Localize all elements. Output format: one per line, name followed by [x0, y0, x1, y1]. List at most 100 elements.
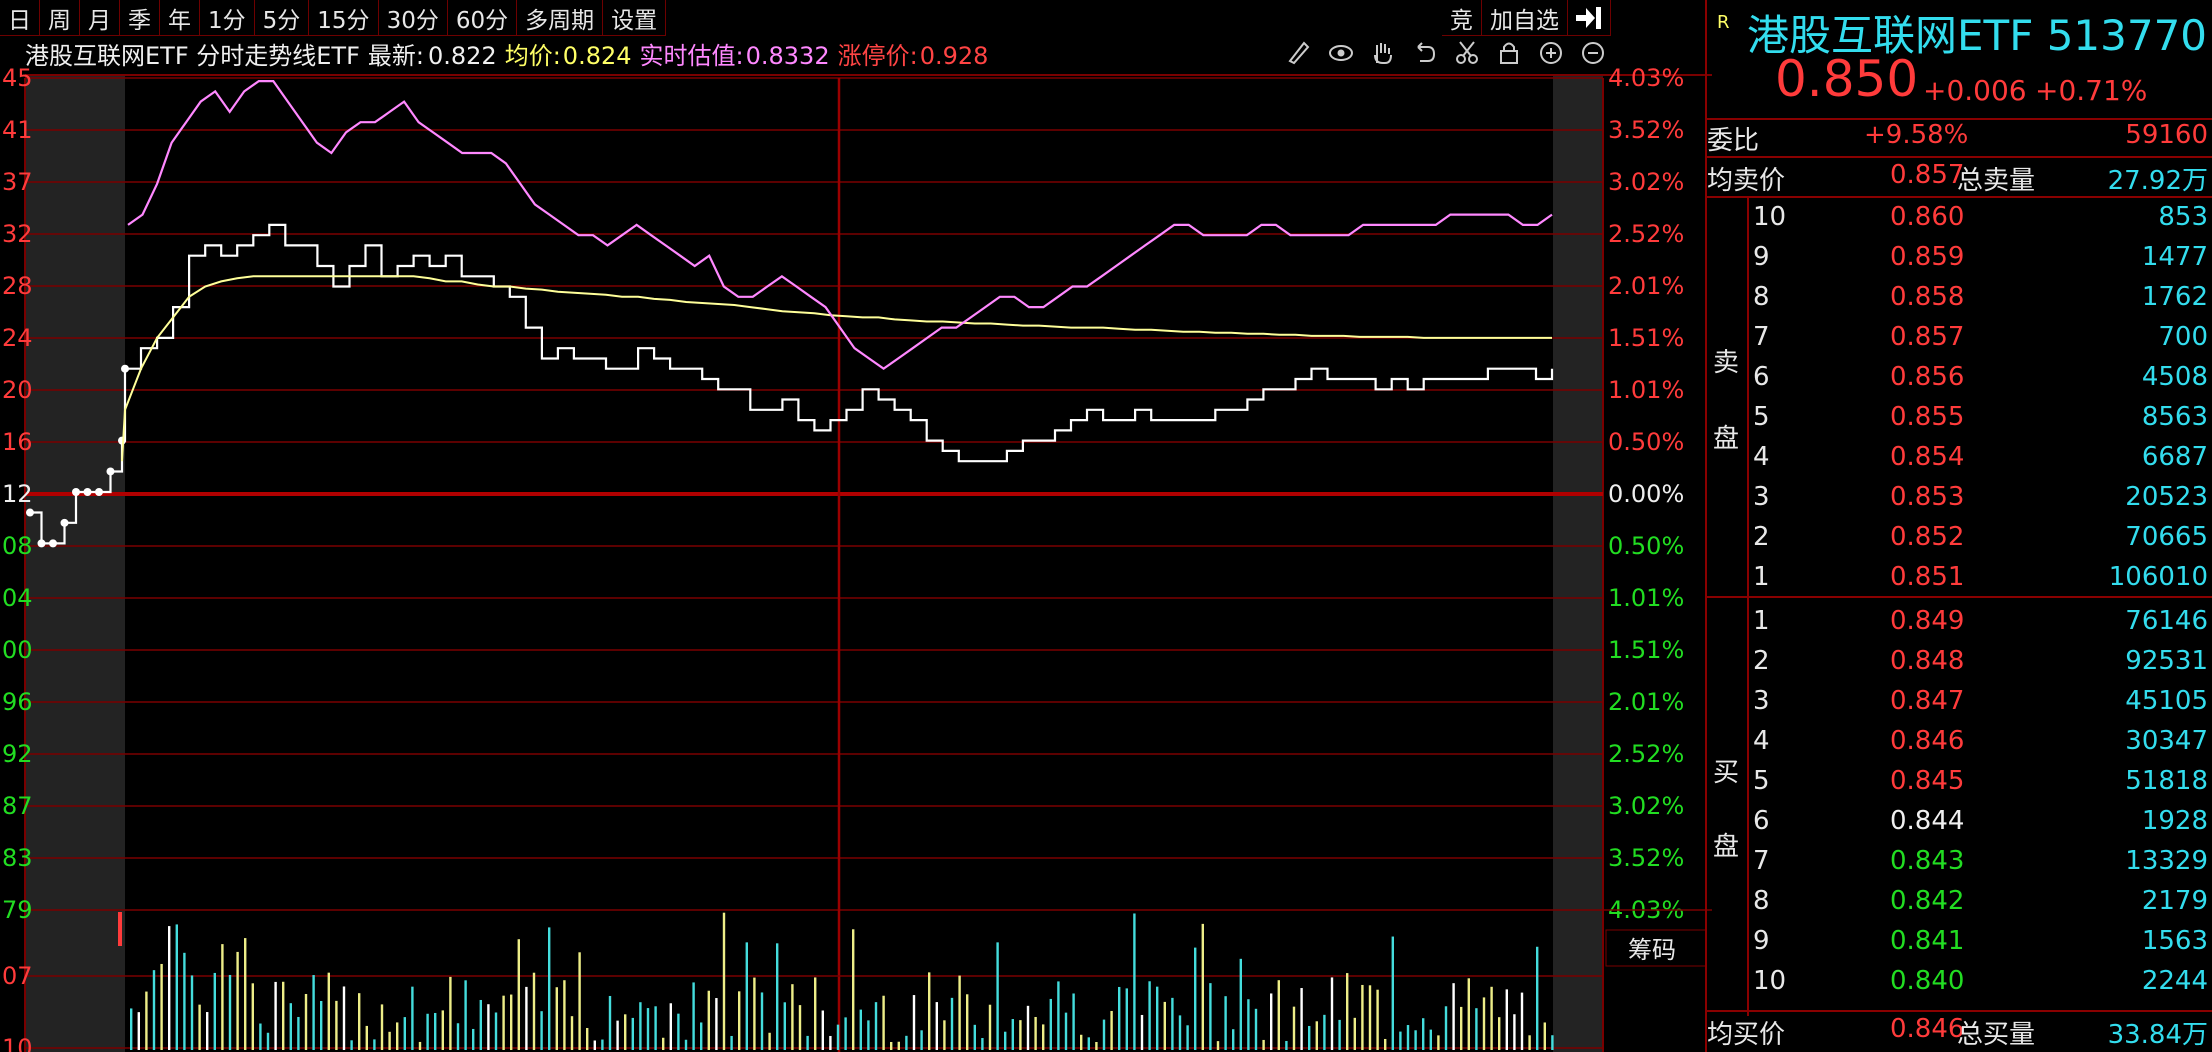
ask-price: 0.859 [1890, 242, 1965, 272]
bid-row[interactable]: 7 0.843 13329 [1707, 846, 2212, 886]
right-axis-label: 3.52% [1608, 844, 1684, 872]
total-sell-value: 27.92万 [2107, 166, 2208, 196]
volume-bar [365, 1025, 368, 1050]
volume-bar [738, 991, 741, 1050]
volume-bar [1406, 1025, 1410, 1050]
header-avg-label: 均价: [505, 42, 561, 70]
header-latest-label: 最新: [368, 42, 424, 70]
bid-row[interactable]: 2 0.848 92531 [1707, 646, 2212, 686]
volume-bar [966, 994, 969, 1050]
bid-row[interactable]: 5 0.845 51818 [1707, 766, 2212, 806]
add-watchlist-button[interactable]: 加自选 [1482, 0, 1568, 36]
exit-icon[interactable] [1568, 0, 1611, 36]
ask-row[interactable]: 9 0.859 1477 [1707, 242, 2212, 282]
ask-volume: 853 [2158, 202, 2208, 232]
volume-bar [228, 974, 232, 1050]
volume-bar [426, 1013, 429, 1050]
period-tab-1[interactable]: 周 [40, 0, 80, 36]
ask-row[interactable]: 10 0.860 853 [1707, 202, 2212, 242]
pre-market-zone [25, 76, 125, 1052]
volume-bar [1156, 986, 1159, 1050]
bid-row[interactable]: 1 0.849 76146 [1707, 606, 2212, 646]
pre-market-point [37, 539, 46, 548]
period-tab-0[interactable]: 日 [0, 0, 40, 36]
bid-row[interactable]: 6 0.844 1928 [1707, 806, 2212, 846]
ask-row[interactable]: 2 0.852 70665 [1707, 522, 2212, 562]
volume-bar [950, 997, 954, 1050]
volume-bar [1376, 989, 1379, 1050]
volume-bar [1072, 993, 1075, 1050]
volume-bar [1140, 1014, 1144, 1050]
price-change-pct: +0.71% [2035, 74, 2148, 107]
ask-row[interactable]: 5 0.855 8563 [1707, 402, 2212, 442]
volume-bar [814, 977, 817, 1050]
bid-level: 8 [1753, 886, 1770, 916]
volume-bar [1429, 1029, 1432, 1050]
volume-bar [821, 1010, 824, 1050]
ask-volume: 8563 [2141, 402, 2208, 432]
volume-bar [882, 995, 885, 1050]
period-tab-3[interactable]: 季 [120, 0, 160, 36]
period-tab-7[interactable]: 15分 [309, 0, 379, 36]
volume-bar [1551, 1035, 1554, 1050]
bid-volume: 92531 [2125, 646, 2208, 676]
zoom-out-icon[interactable] [1582, 42, 1604, 64]
right-axis-label: 3.02% [1608, 792, 1684, 820]
volume-bar [548, 927, 551, 1050]
right-axis-label: 2.52% [1608, 220, 1684, 248]
volume-bar [669, 1003, 672, 1050]
volume-bars [118, 912, 1554, 1050]
volume-bar [806, 1035, 809, 1050]
period-tab-5[interactable]: 1分 [200, 0, 255, 36]
volume-bar [137, 1012, 140, 1050]
ask-row[interactable]: 8 0.858 1762 [1707, 282, 2212, 322]
bid-row[interactable]: 4 0.846 30347 [1707, 726, 2212, 766]
period-tab-6[interactable]: 5分 [254, 0, 310, 36]
right-axis-label: 1.51% [1608, 324, 1684, 352]
bid-row[interactable]: 9 0.841 1563 [1707, 926, 2212, 966]
volume-bar [1399, 1031, 1402, 1050]
header-avg-value: 0.824 [563, 42, 632, 70]
lock-icon[interactable] [1500, 42, 1518, 64]
volume-bar [479, 999, 482, 1050]
volume-bar [935, 1002, 938, 1050]
ask-row[interactable]: 7 0.857 700 [1707, 322, 2212, 362]
volume-bar [320, 1000, 323, 1050]
right-axis-label: 2.52% [1608, 740, 1684, 768]
draw-icon[interactable] [1288, 41, 1310, 65]
chips-button-label[interactable]: 筹码 [1628, 936, 1676, 964]
volume-bar [791, 984, 794, 1050]
volume-bar [920, 1030, 923, 1050]
period-tab-9[interactable]: 60分 [447, 0, 518, 36]
zoom-in-icon[interactable] [1540, 42, 1562, 64]
period-tab-11[interactable]: 设置 [603, 0, 667, 36]
period-tab-4[interactable]: 年 [160, 0, 200, 36]
undo-icon[interactable] [1417, 42, 1436, 62]
intraday-chart[interactable]: 4.03%453.52%413.02%372.52%322.01%281.51%… [0, 36, 1712, 1052]
bid-row[interactable]: 3 0.847 45105 [1707, 686, 2212, 726]
ask-row[interactable]: 4 0.854 6687 [1707, 442, 2212, 482]
bid-price: 0.843 [1890, 846, 1965, 876]
volume-bar [1437, 1035, 1440, 1050]
auction-button[interactable]: 竞 [1442, 0, 1482, 36]
left-axis-label: 20 [2, 376, 33, 404]
ask-row[interactable]: 3 0.853 20523 [1707, 482, 2212, 522]
volume-bar [282, 981, 285, 1050]
ask-row[interactable]: 6 0.856 4508 [1707, 362, 2212, 402]
hand-icon[interactable] [1374, 43, 1392, 64]
volume-bar [1186, 1025, 1189, 1050]
bid-row[interactable]: 8 0.842 2179 [1707, 886, 2212, 926]
left-axis-label: 24 [2, 324, 33, 352]
period-tab-8[interactable]: 30分 [378, 0, 448, 36]
period-tab-2[interactable]: 月 [80, 0, 120, 36]
volume-bar [1194, 947, 1197, 1050]
volume-bar [251, 983, 254, 1050]
bid-row[interactable]: 10 0.840 2244 [1707, 966, 2212, 1006]
period-tab-10[interactable]: 多周期 [517, 0, 604, 36]
ask-price: 0.853 [1890, 482, 1965, 512]
volume-bar [1163, 1001, 1166, 1050]
scissors-icon[interactable] [1456, 41, 1478, 64]
volume-bar [259, 1023, 262, 1050]
eye-icon[interactable] [1329, 45, 1353, 61]
volume-bar [130, 1008, 133, 1050]
